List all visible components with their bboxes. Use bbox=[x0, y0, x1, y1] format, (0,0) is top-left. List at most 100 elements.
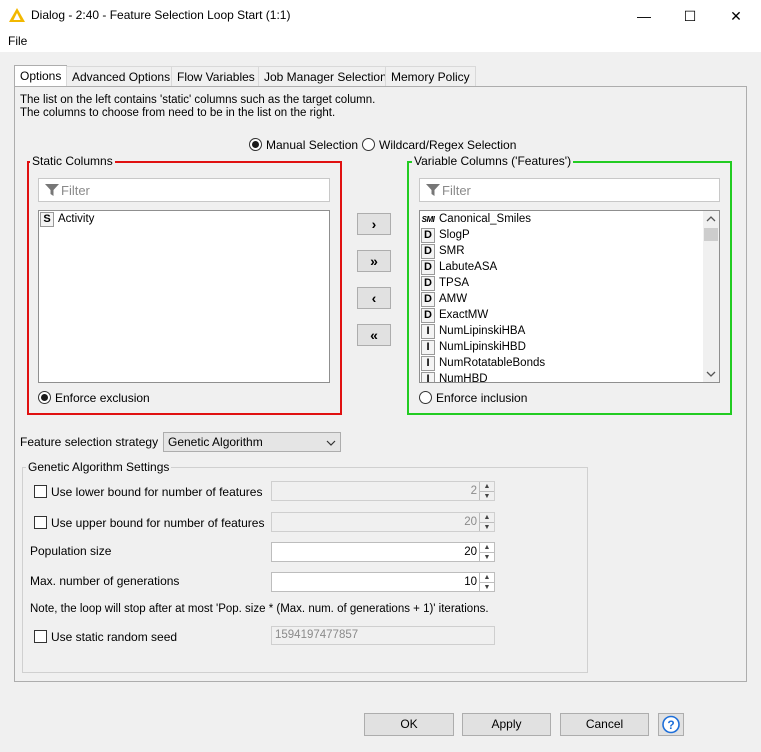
variable-list-scrollbar[interactable] bbox=[703, 211, 719, 382]
list-item-label: NumHBD bbox=[439, 373, 488, 383]
variable-filter-input[interactable]: Filter bbox=[419, 178, 720, 202]
enforce-exclusion-radio[interactable] bbox=[38, 391, 51, 404]
enforce-inclusion-radio[interactable] bbox=[419, 391, 432, 404]
double-type-icon: D bbox=[421, 244, 435, 259]
list-item[interactable]: D SMR bbox=[420, 244, 702, 260]
spinner-up-icon[interactable]: ▲ bbox=[479, 573, 494, 582]
spinner-up-icon[interactable]: ▲ bbox=[479, 513, 494, 522]
list-item-label: NumLipinskiHBA bbox=[439, 325, 526, 337]
list-item-label: Activity bbox=[58, 213, 95, 225]
tab-flow-variables[interactable]: Flow Variables bbox=[171, 66, 261, 87]
window-title: Dialog - 2:40 - Feature Selection Loop S… bbox=[31, 8, 291, 22]
ga-settings-title: Genetic Algorithm Settings bbox=[26, 460, 172, 474]
tab-job-manager-selection[interactable]: Job Manager Selection bbox=[258, 66, 393, 87]
generations-spinner[interactable]: 10 ▲ ▼ bbox=[271, 572, 495, 592]
add-all-button[interactable]: » bbox=[357, 250, 391, 272]
static-columns-title: Static Columns bbox=[30, 154, 115, 168]
list-item-label: ExactMW bbox=[439, 309, 489, 321]
help-button[interactable]: ? bbox=[658, 713, 684, 736]
spinner-down-icon[interactable]: ▼ bbox=[479, 522, 494, 531]
static-seed-label: Use static random seed bbox=[51, 630, 178, 644]
remove-all-button[interactable]: « bbox=[357, 324, 391, 346]
list-item[interactable]: D ExactMW bbox=[420, 308, 702, 324]
integer-type-icon: I bbox=[421, 324, 435, 339]
list-item-label: SMR bbox=[439, 245, 465, 257]
list-item-label: NumLipinskiHBD bbox=[439, 341, 526, 353]
list-item[interactable]: I NumHBD bbox=[420, 372, 702, 383]
iterations-note: Note, the loop will stop after at most '… bbox=[30, 603, 489, 615]
menu-file[interactable]: File bbox=[8, 34, 27, 48]
list-item[interactable]: I NumLipinskiHBD bbox=[420, 340, 702, 356]
description-line-2: The columns to choose from need to be in… bbox=[20, 107, 336, 119]
variable-columns-title: Variable Columns ('Features') bbox=[412, 154, 574, 168]
list-item[interactable]: D TPSA bbox=[420, 276, 702, 292]
cancel-button[interactable]: Cancel bbox=[560, 713, 649, 736]
double-type-icon: D bbox=[421, 260, 435, 275]
scroll-up-icon[interactable] bbox=[706, 215, 716, 223]
lower-bound-spinner[interactable]: 2 ▲ ▼ bbox=[271, 481, 495, 501]
static-seed-checkbox[interactable] bbox=[34, 630, 47, 643]
list-item[interactable]: S Activity bbox=[39, 212, 329, 228]
static-columns-list[interactable]: S Activity bbox=[38, 210, 330, 383]
chevron-down-icon bbox=[326, 440, 336, 446]
scroll-down-icon[interactable] bbox=[706, 370, 716, 378]
list-item-label: TPSA bbox=[439, 277, 470, 289]
integer-type-icon: I bbox=[421, 372, 435, 382]
remove-button[interactable]: ‹ bbox=[357, 287, 391, 309]
close-button[interactable]: ✕ bbox=[713, 0, 759, 32]
list-item[interactable]: I NumRotatableBonds bbox=[420, 356, 702, 372]
filter-icon bbox=[426, 184, 440, 196]
double-type-icon: D bbox=[421, 276, 435, 291]
integer-type-icon: I bbox=[421, 340, 435, 355]
population-size-value: 20 bbox=[464, 546, 477, 558]
upper-bound-spinner[interactable]: 20 ▲ ▼ bbox=[271, 512, 495, 532]
scroll-thumb[interactable] bbox=[704, 228, 718, 241]
population-size-spinner[interactable]: 20 ▲ ▼ bbox=[271, 542, 495, 562]
spinner-down-icon[interactable]: ▼ bbox=[479, 582, 494, 591]
list-item[interactable]: D LabuteASA bbox=[420, 260, 702, 276]
upper-bound-label: Use upper bound for number of features bbox=[51, 516, 265, 530]
tab-options[interactable]: Options bbox=[14, 65, 68, 87]
list-item[interactable]: D AMW bbox=[420, 292, 702, 308]
wildcard-selection-radio[interactable] bbox=[362, 138, 375, 151]
double-type-icon: D bbox=[421, 308, 435, 323]
maximize-button[interactable]: ☐ bbox=[667, 0, 713, 32]
enforce-exclusion-label: Enforce exclusion bbox=[55, 391, 150, 405]
spinner-up-icon[interactable]: ▲ bbox=[479, 482, 494, 491]
variable-filter-placeholder: Filter bbox=[442, 183, 471, 198]
manual-selection-label: Manual Selection bbox=[266, 138, 359, 152]
strategy-select[interactable]: Genetic Algorithm bbox=[163, 432, 341, 452]
upper-bound-checkbox[interactable] bbox=[34, 516, 47, 529]
add-button[interactable]: › bbox=[357, 213, 391, 235]
lower-bound-checkbox[interactable] bbox=[34, 485, 47, 498]
spinner-down-icon[interactable]: ▼ bbox=[479, 491, 494, 500]
wildcard-selection-label: Wildcard/Regex Selection bbox=[379, 138, 517, 152]
lower-bound-value: 2 bbox=[470, 485, 477, 497]
spinner-down-icon[interactable]: ▼ bbox=[479, 552, 494, 561]
tab-advanced-options[interactable]: Advanced Options bbox=[66, 66, 177, 87]
population-size-label: Population size bbox=[30, 544, 112, 558]
ok-button[interactable]: OK bbox=[364, 713, 454, 736]
static-seed-input[interactable]: 1594197477857 bbox=[271, 626, 495, 645]
list-item[interactable]: SMI Canonical_Smiles bbox=[420, 212, 702, 228]
variable-columns-list[interactable]: SMI Canonical_Smiles D SlogP D SMR D Lab… bbox=[419, 210, 720, 383]
app-icon bbox=[9, 8, 25, 22]
enforce-inclusion-label: Enforce inclusion bbox=[436, 391, 528, 405]
list-item-label: SlogP bbox=[439, 229, 470, 241]
tab-memory-policy[interactable]: Memory Policy bbox=[385, 66, 476, 87]
minimize-button[interactable]: — bbox=[621, 0, 667, 32]
help-glyph: ? bbox=[667, 718, 674, 732]
list-item[interactable]: I NumLipinskiHBA bbox=[420, 324, 702, 340]
static-filter-input[interactable]: Filter bbox=[38, 178, 330, 202]
strategy-value: Genetic Algorithm bbox=[168, 435, 263, 449]
smiles-type-icon: SMI bbox=[421, 215, 435, 224]
spinner-up-icon[interactable]: ▲ bbox=[479, 543, 494, 552]
generations-value: 10 bbox=[464, 576, 477, 588]
apply-button[interactable]: Apply bbox=[462, 713, 551, 736]
list-item[interactable]: D SlogP bbox=[420, 228, 702, 244]
static-filter-placeholder: Filter bbox=[61, 183, 90, 198]
manual-selection-radio[interactable] bbox=[249, 138, 262, 151]
filter-icon bbox=[45, 184, 59, 196]
list-item-label: Canonical_Smiles bbox=[439, 213, 532, 225]
integer-type-icon: I bbox=[421, 356, 435, 371]
